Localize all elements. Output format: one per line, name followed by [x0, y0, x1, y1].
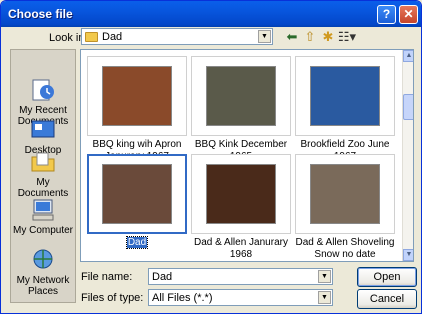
network-icon [33, 249, 53, 269]
file-thumbnail-item-selected[interactable]: Dad [83, 154, 191, 249]
thumbnail-frame [191, 154, 291, 234]
file-thumbnail-item[interactable]: Brookfield Zoo June 1967 [291, 56, 399, 163]
thumbnail-frame [87, 154, 187, 234]
files-of-type-label: Files of type: [81, 292, 144, 304]
place-label: My Documents [17, 177, 69, 199]
file-thumbnail-item[interactable]: BBQ Kink December 1965 [187, 56, 295, 163]
dialog-title: Choose file [8, 7, 73, 21]
open-button[interactable]: Open [357, 267, 417, 287]
photo-thumbnail [102, 164, 172, 224]
photo-thumbnail [206, 164, 276, 224]
scroll-up-button[interactable]: ▲ [403, 50, 413, 62]
photo-thumbnail [310, 66, 380, 126]
close-button[interactable]: ✕ [399, 5, 418, 24]
title-bar[interactable]: Choose file ? ✕ [1, 1, 421, 27]
views-menu-icon[interactable]: ☷▾ [337, 29, 357, 45]
place-my-network-places[interactable]: My Network Places [11, 248, 75, 297]
places-bar: My Recent Documents Desktop My Documents… [10, 49, 76, 303]
vertical-scrollbar[interactable]: ▲ ▼ [402, 50, 413, 261]
scroll-down-button[interactable]: ▼ [403, 249, 413, 261]
thumbnail-frame [87, 56, 187, 136]
file-name-value: Dad [152, 271, 173, 283]
file-name-input[interactable]: Dad ▼ [148, 268, 333, 285]
file-name-label: Dad & Allen Shoveling Snow no date [295, 237, 395, 260]
place-my-documents[interactable]: My Documents [11, 150, 75, 199]
look-in-value: Dad [102, 31, 123, 43]
folder-icon [85, 32, 98, 42]
file-thumbnail-item[interactable]: Dad & Allen Janurary 1968 [187, 154, 295, 261]
chevron-down-icon[interactable]: ▼ [258, 30, 271, 43]
file-name-label: Dad & Allen Janurary 1968 [194, 237, 288, 260]
file-list-view[interactable]: BBQ king wih Apron Janurary 1967 BBQ Kin… [80, 49, 414, 262]
photo-thumbnail [102, 66, 172, 126]
photo-thumbnail [206, 66, 276, 126]
place-my-computer[interactable]: My Computer [11, 198, 75, 236]
recent-documents-icon [32, 79, 54, 101]
thumbnail-frame [295, 154, 395, 234]
thumbnail-frame [295, 56, 395, 136]
place-label: My Network Places [16, 275, 70, 297]
file-name-label: Dad [125, 236, 149, 249]
up-folder-icon[interactable]: ⇧ [302, 29, 318, 45]
new-folder-icon[interactable]: ✱ [320, 29, 336, 45]
back-icon[interactable]: ⬅ [284, 29, 300, 45]
photo-thumbnail [310, 164, 380, 224]
look-in-dropdown[interactable]: Dad ▼ [81, 28, 273, 45]
place-label: My Computer [12, 225, 73, 236]
help-button[interactable]: ? [377, 5, 396, 24]
desktop-icon [31, 120, 55, 138]
files-of-type-value: All Files (*.*) [152, 292, 213, 304]
files-of-type-dropdown[interactable]: All Files (*.*) ▼ [148, 289, 333, 306]
file-name-label: File name: [81, 271, 133, 283]
computer-icon [32, 199, 54, 221]
choose-file-dialog: Choose file ? ✕ Look in: Dad ▼ ⬅ ⇧ ✱ ☷▾ … [0, 0, 422, 314]
file-thumbnail-item[interactable]: Dad & Allen Shoveling Snow no date [291, 154, 399, 261]
thumbnail-frame [191, 56, 291, 136]
cancel-button[interactable]: Cancel [357, 289, 417, 309]
scrollbar-thumb[interactable] [403, 94, 413, 120]
file-thumbnail-item[interactable]: BBQ king wih Apron Janurary 1967 [83, 56, 191, 163]
chevron-down-icon[interactable]: ▼ [318, 270, 331, 283]
my-documents-icon [31, 152, 55, 172]
chevron-down-icon[interactable]: ▼ [318, 291, 331, 304]
